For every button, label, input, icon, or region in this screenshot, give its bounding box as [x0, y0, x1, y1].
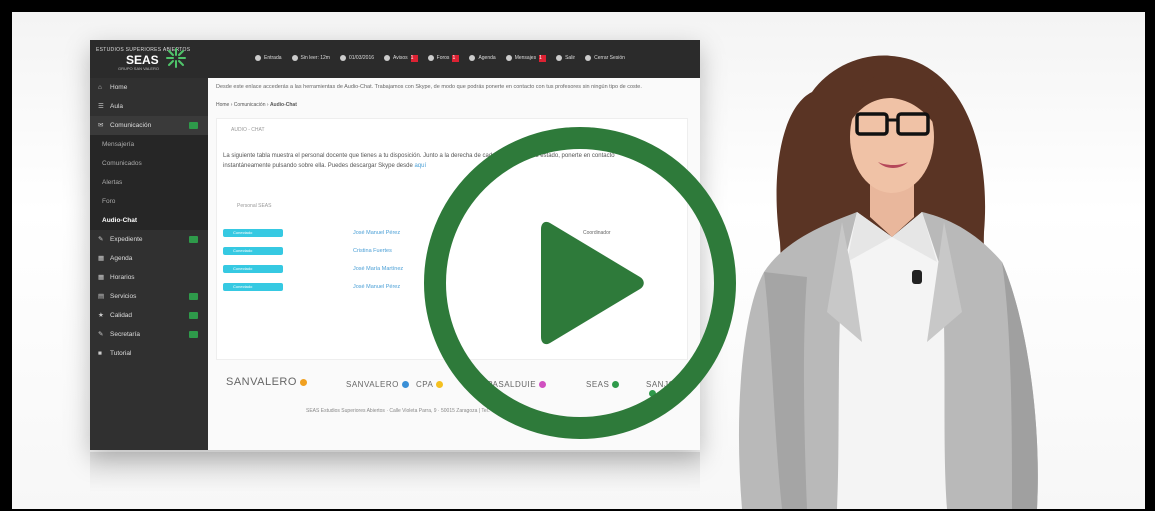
video-stage[interactable]: ESTUDIOS SUPERIORES ABIERTOS SEAS GRUPO …	[12, 12, 1145, 509]
play-button[interactable]	[415, 118, 745, 448]
video-frame: ESTUDIOS SUPERIORES ABIERTOS SEAS GRUPO …	[0, 0, 1155, 511]
play-icon	[541, 221, 644, 345]
